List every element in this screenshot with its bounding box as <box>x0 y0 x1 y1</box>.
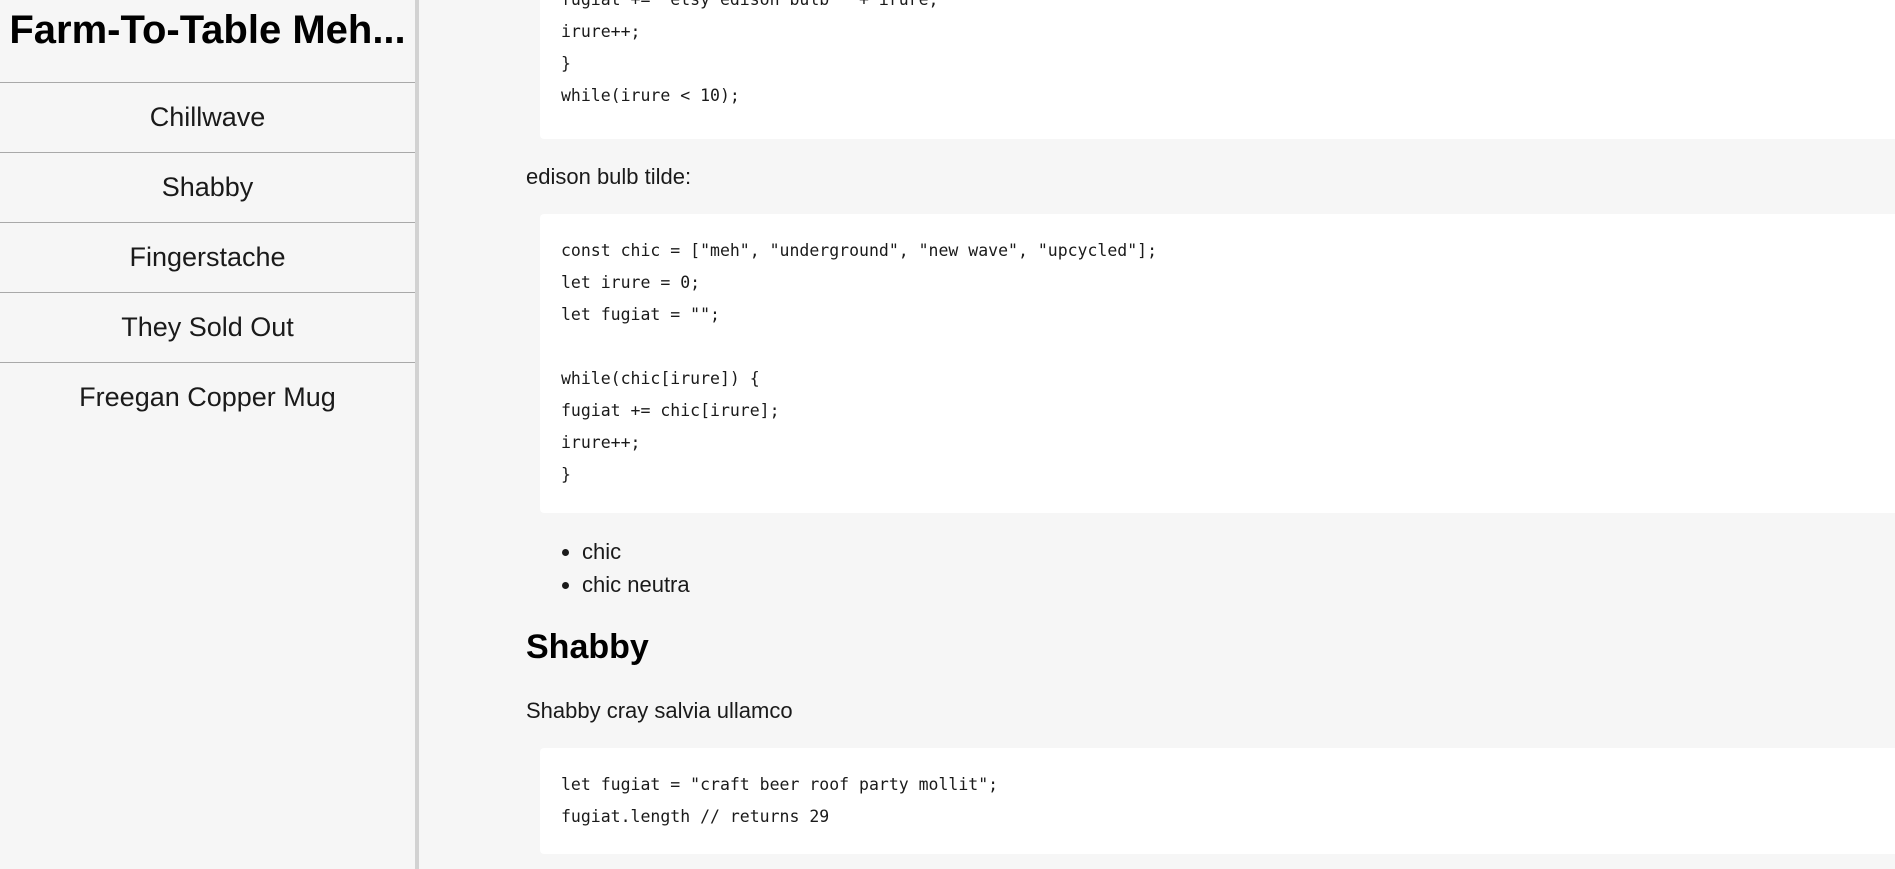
code-line: fugiat += chic[irure]; <box>561 401 780 420</box>
code-block: let fugiat = "craft beer roof party moll… <box>540 748 1895 854</box>
code-line: irure++; <box>561 22 641 41</box>
nav-item-chillwave[interactable]: Chillwave <box>0 83 415 153</box>
nav-item-freegan-copper-mug[interactable]: Freegan Copper Mug <box>0 363 415 433</box>
site-title: Farm-To-Table Meh... <box>0 0 415 83</box>
list-item: chic neutra <box>582 568 690 601</box>
code-line: irure++; <box>561 433 641 452</box>
code-line: } <box>561 54 571 73</box>
bullet-list: chic chic neutra <box>526 535 690 601</box>
code-line: const chic = ["meh", "underground", "new… <box>561 241 1158 260</box>
nav-item-they-sold-out[interactable]: They Sold Out <box>0 293 415 363</box>
code-block: const chic = ["meh", "underground", "new… <box>540 214 1895 513</box>
nav-list: Chillwave Shabby Fingerstache They Sold … <box>0 83 415 433</box>
sidebar-nav: Farm-To-Table Meh... Chillwave Shabby Fi… <box>0 0 419 869</box>
code-line: let irure = 0; <box>561 273 701 292</box>
nav-item-fingerstache[interactable]: Fingerstache <box>0 223 415 293</box>
paragraph: Shabby cray salvia ullamco <box>526 698 793 723</box>
section-heading: Shabby <box>526 628 649 666</box>
code-line: while(chic[irure]) { <box>561 369 760 388</box>
code-line: while(irure < 10); <box>561 86 740 105</box>
page: Farm-To-Table Meh... Chillwave Shabby Fi… <box>0 0 1895 869</box>
code-line: } <box>561 465 571 484</box>
main-content[interactable]: fugiat += "etsy edison bulb " + irure; i… <box>526 0 1895 869</box>
code-line: fugiat += "etsy edison bulb " + irure; <box>561 0 1895 16</box>
code-line: let fugiat = ""; <box>561 305 720 324</box>
code-block: fugiat += "etsy edison bulb " + irure; i… <box>540 0 1895 139</box>
nav-item-shabby[interactable]: Shabby <box>0 153 415 223</box>
paragraph: edison bulb tilde: <box>526 164 692 189</box>
code-line: let fugiat = "craft beer roof party moll… <box>561 775 999 794</box>
list-item: chic <box>582 535 690 568</box>
code-line: fugiat.length // returns 29 <box>561 807 830 826</box>
